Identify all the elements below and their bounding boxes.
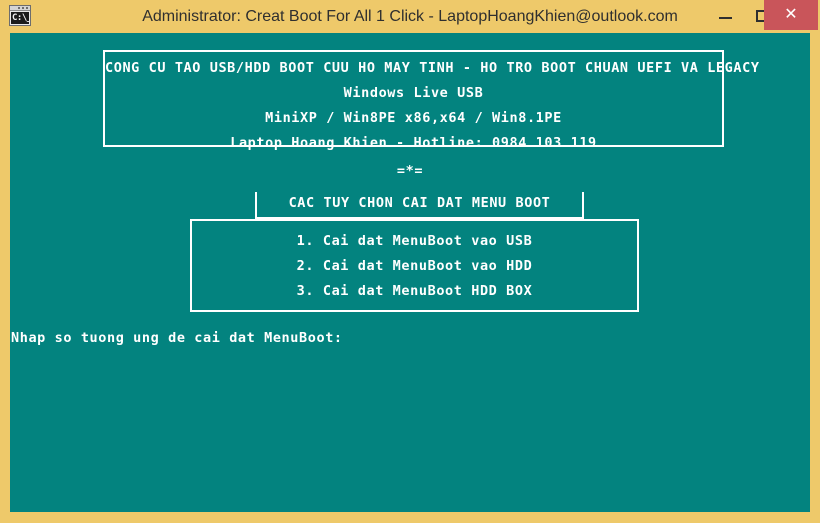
cmd-icon-titlebar-strip xyxy=(10,6,30,11)
close-icon: ✕ xyxy=(784,6,798,23)
menu-title-box: CAC TUY CHON CAI DAT MENU BOOT xyxy=(255,192,584,219)
cmd-console-icon[interactable]: C:\_ xyxy=(9,5,31,26)
header-banner-box: CONG CU TAO USB/HDD BOOT CUU HO MAY TINH… xyxy=(103,50,760,151)
application-window: C:\_ Administrator: Creat Boot For All 1… xyxy=(0,0,820,523)
cmd-icon-dot xyxy=(18,7,20,9)
header-line-contact-hotline: Laptop Hoang Khien - Hotline: 0984 103 1… xyxy=(230,135,597,151)
header-line-windows-live-usb: Windows Live USB xyxy=(343,85,484,101)
menu-options-box: 1. Cai dat MenuBoot vao USB 2. Cai dat M… xyxy=(190,219,639,312)
console-output-area[interactable]: CONG CU TAO USB/HDD BOOT CUU HO MAY TINH… xyxy=(10,33,810,512)
menu-option-install-to-hdd-box[interactable]: 3. Cai dat MenuBoot HDD BOX xyxy=(192,283,637,299)
cmd-icon-prompt-glyph: C:\_ xyxy=(11,12,29,24)
header-line-tool-description: CONG CU TAO USB/HDD BOOT CUU HO MAY TINH… xyxy=(105,60,760,76)
minimize-button[interactable] xyxy=(710,0,742,31)
window-title: Administrator: Creat Boot For All 1 Clic… xyxy=(142,8,678,25)
close-button[interactable]: ✕ xyxy=(764,0,818,30)
menu-title-label: CAC TUY CHON CAI DAT MENU BOOT xyxy=(288,195,551,211)
minimize-icon xyxy=(719,17,732,19)
cmd-icon-dot xyxy=(26,7,28,9)
menu-option-install-to-usb[interactable]: 1. Cai dat MenuBoot vao USB xyxy=(192,233,637,249)
input-prompt[interactable]: Nhap so tuong ung de cai dat MenuBoot: xyxy=(11,330,343,346)
cmd-icon-dot xyxy=(22,7,24,9)
title-bar[interactable]: C:\_ Administrator: Creat Boot For All 1… xyxy=(0,0,820,33)
header-line-pe-versions: MiniXP / Win8PE x86,x64 / Win8.1PE xyxy=(265,110,562,126)
menu-option-install-to-hdd[interactable]: 2. Cai dat MenuBoot vao HDD xyxy=(192,258,637,274)
section-separator: =*= xyxy=(396,163,424,179)
